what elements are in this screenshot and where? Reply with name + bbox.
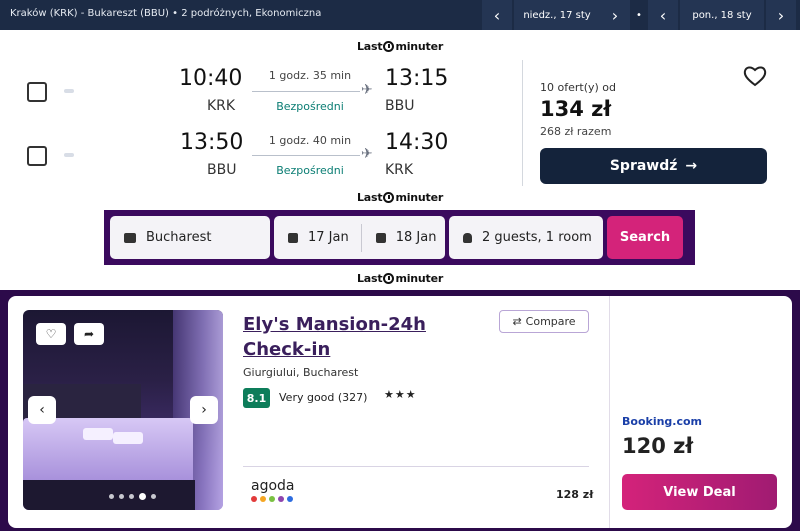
hotel-result-section: ♡ ➦ ‹ › Ely's Mansion-24h Check-in ⇄ Com… bbox=[0, 290, 800, 531]
return-next-button[interactable]: › bbox=[766, 0, 796, 30]
share-icon: ➦ bbox=[83, 327, 95, 341]
calendar-icon bbox=[288, 232, 298, 243]
leg-1-arrival-code: BBU bbox=[385, 98, 415, 114]
leg-2-departure-code: BBU bbox=[207, 162, 237, 178]
hotel-search-bar: Bucharest 17 Jan 18 Jan 2 guests, 1 room… bbox=[104, 210, 695, 265]
plane-icon: ✈ bbox=[361, 82, 373, 98]
leg-2-departure-time: 13:50 bbox=[180, 130, 244, 155]
depart-next-button[interactable]: › bbox=[600, 0, 630, 30]
compare-arrows-icon: ⇄ bbox=[512, 315, 522, 328]
leg-1-route-line bbox=[252, 91, 360, 92]
photo-prev-button[interactable]: ‹ bbox=[28, 396, 56, 424]
plane-icon: ✈ bbox=[361, 146, 373, 162]
hotel-search-button[interactable]: Search bbox=[607, 216, 683, 259]
route-summary[interactable]: Kraków (KRK) - Bukareszt (BBU) • 2 podró… bbox=[10, 8, 321, 19]
flight-total: 268 zł razem bbox=[540, 125, 612, 138]
chevron-right-icon: › bbox=[777, 5, 785, 25]
lastminuter-logo: Last minuter bbox=[357, 272, 444, 285]
hotel-location: Giurgiului, Bucharest bbox=[243, 366, 359, 379]
hotel-photo[interactable]: ♡ ➦ ‹ › bbox=[23, 310, 223, 510]
chevron-left-icon: ‹ bbox=[493, 5, 501, 25]
deal-column-divider bbox=[609, 296, 610, 528]
lastminuter-logo: Last minuter bbox=[357, 40, 444, 53]
leg-1-checkbox[interactable] bbox=[27, 82, 47, 102]
chevron-right-icon: › bbox=[611, 5, 619, 25]
route-text: Kraków (KRK) - Bukareszt (BBU) bbox=[10, 8, 169, 19]
leg-2-arrival-time: 14:30 bbox=[385, 130, 449, 155]
star-rating: ★★★ bbox=[384, 388, 417, 401]
hotel-price: 120 zł bbox=[622, 434, 694, 458]
airline-logo bbox=[64, 89, 74, 93]
chevron-left-icon: ‹ bbox=[39, 402, 45, 418]
rating-text: Very good (327) bbox=[279, 391, 368, 404]
favorite-button[interactable]: ♡ bbox=[36, 323, 66, 345]
dates-field[interactable]: 17 Jan 18 Jan bbox=[274, 216, 445, 259]
depart-date[interactable]: niedz., 17 sty bbox=[514, 0, 600, 30]
check-offer-button[interactable]: Sprawdź → bbox=[540, 148, 767, 184]
heart-icon: ♡ bbox=[45, 327, 57, 341]
clock-icon bbox=[383, 192, 395, 203]
agoda-logo[interactable]: agoda bbox=[251, 478, 295, 494]
share-button[interactable]: ➦ bbox=[74, 323, 104, 345]
leg-2-checkbox[interactable] bbox=[27, 146, 47, 166]
arrow-right-icon: → bbox=[685, 158, 698, 174]
leg-2-duration: 1 godz. 40 min bbox=[268, 134, 352, 147]
leg-1-departure-time: 10:40 bbox=[179, 66, 243, 91]
clock-icon bbox=[383, 273, 395, 284]
flight-search-bar: Kraków (KRK) - Bukareszt (BBU) • 2 podró… bbox=[0, 0, 800, 30]
chevron-right-icon: › bbox=[201, 402, 207, 418]
rating-badge: 8.1 bbox=[243, 388, 270, 408]
depart-prev-button[interactable]: ‹ bbox=[482, 0, 512, 30]
booking-provider: Booking.com bbox=[622, 415, 703, 428]
chevron-left-icon: ‹ bbox=[659, 5, 667, 25]
hotel-result-card: ♡ ➦ ‹ › Ely's Mansion-24h Check-in ⇄ Com… bbox=[8, 296, 792, 528]
date-separator: • bbox=[636, 9, 642, 21]
leg-2-route-line bbox=[252, 155, 360, 156]
agoda-price[interactable]: 128 zł bbox=[556, 488, 593, 501]
photo-pagination bbox=[109, 493, 156, 500]
leg-1-duration: 1 godz. 35 min bbox=[268, 69, 352, 82]
return-prev-button[interactable]: ‹ bbox=[648, 0, 678, 30]
leg-2-arrival-code: KRK bbox=[385, 162, 414, 178]
return-date[interactable]: pon., 18 sty bbox=[680, 0, 764, 30]
card-divider bbox=[522, 60, 523, 186]
offers-count: 10 ofert(y) od bbox=[540, 81, 617, 94]
compare-button[interactable]: ⇄ Compare bbox=[499, 310, 589, 333]
checkout-date: 18 Jan bbox=[395, 230, 437, 245]
travelers-text: 2 podróżnych, Ekonomiczna bbox=[181, 8, 322, 19]
airline-logo bbox=[64, 153, 74, 157]
view-deal-button[interactable]: View Deal bbox=[622, 474, 777, 510]
agoda-logo-dots bbox=[251, 496, 293, 502]
leg-1-arrival-time: 13:15 bbox=[385, 66, 449, 91]
leg-2-stops: Bezpośredni bbox=[276, 164, 344, 177]
clock-icon bbox=[383, 41, 395, 52]
heart-icon[interactable] bbox=[743, 65, 767, 87]
hotel-name-link[interactable]: Ely's Mansion-24h Check-in bbox=[243, 312, 493, 362]
photo-next-button[interactable]: › bbox=[190, 396, 218, 424]
lastminuter-logo: Last minuter bbox=[357, 191, 444, 204]
leg-1-departure-code: KRK bbox=[207, 98, 236, 114]
leg-1-stops: Bezpośredni bbox=[276, 100, 344, 113]
calendar-icon bbox=[375, 232, 386, 243]
guests-field[interactable]: 2 guests, 1 room bbox=[449, 216, 603, 259]
provider-divider bbox=[243, 466, 589, 467]
flight-price: 134 zł bbox=[540, 97, 612, 121]
person-icon bbox=[463, 232, 472, 243]
destination-field[interactable]: Bucharest bbox=[110, 216, 270, 259]
checkin-date: 17 Jan bbox=[308, 230, 349, 245]
bed-icon bbox=[124, 232, 136, 243]
flight-result-card: 10:40 KRK 1 godz. 35 min ✈ Bezpośredni 1… bbox=[0, 56, 800, 190]
